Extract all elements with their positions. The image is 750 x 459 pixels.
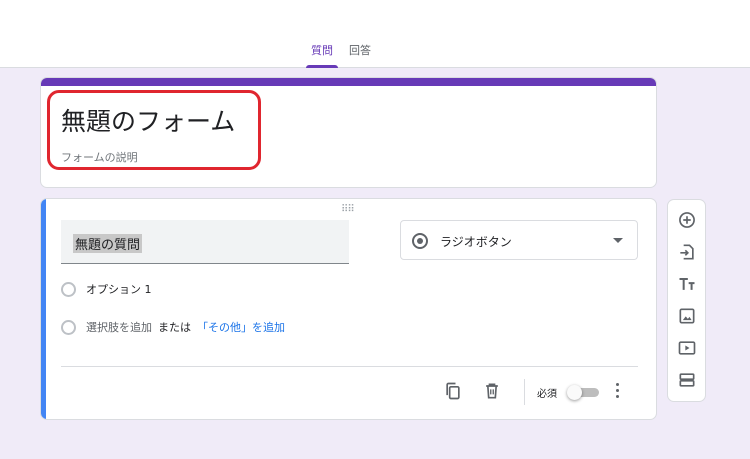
tab-questions[interactable]: 質問: [306, 42, 338, 68]
option-label[interactable]: オプション 1: [86, 281, 152, 297]
dropdown-arrow-icon: [613, 238, 623, 243]
tab-bar: 質問 回答: [306, 42, 382, 68]
import-questions-icon[interactable]: [677, 242, 697, 262]
add-title-icon[interactable]: [677, 274, 697, 294]
add-option-row: 選択肢を追加 または 「その他」を追加: [61, 318, 285, 336]
question-title-text: 無題の質問: [73, 234, 143, 253]
add-section-icon[interactable]: [677, 370, 697, 390]
title-card-color-band: [41, 78, 656, 86]
add-question-icon[interactable]: [677, 210, 697, 230]
copy-icon[interactable]: [443, 381, 463, 401]
tab-responses[interactable]: 回答: [344, 42, 376, 68]
radio-circle-icon: [61, 319, 76, 335]
more-vert-icon[interactable]: [612, 381, 624, 401]
active-card-accent: [41, 199, 46, 419]
footer-separator: [524, 379, 525, 405]
add-image-icon[interactable]: [677, 306, 697, 326]
annotation-highlight-box: [47, 90, 261, 170]
question-type-dropdown[interactable]: ラジオボタン: [400, 220, 638, 260]
or-text: または: [158, 321, 191, 334]
option-row: オプション 1: [61, 280, 152, 298]
drag-handle-icon[interactable]: ⠿⠿: [341, 204, 355, 215]
radio-button-icon: [412, 233, 428, 249]
add-video-icon[interactable]: [677, 338, 697, 358]
required-toggle[interactable]: [567, 385, 601, 400]
trash-icon[interactable]: [482, 381, 502, 401]
question-type-label: ラジオボタン: [440, 235, 512, 249]
add-option-link[interactable]: 選択肢を追加: [86, 319, 152, 335]
radio-circle-icon: [61, 281, 76, 297]
top-bar: 質問 回答: [0, 0, 750, 68]
required-label: 必須: [537, 389, 557, 400]
question-title-input[interactable]: 無題の質問: [61, 220, 349, 264]
add-other-link[interactable]: 「その他」を追加: [197, 319, 285, 335]
card-footer-divider: [61, 366, 638, 367]
question-card[interactable]: ⠿⠿ 無題の質問 ラジオボタン オプション 1 選択肢を追加 または 「その他」…: [40, 198, 657, 420]
side-toolbar: [667, 199, 706, 402]
toggle-thumb: [567, 385, 582, 400]
